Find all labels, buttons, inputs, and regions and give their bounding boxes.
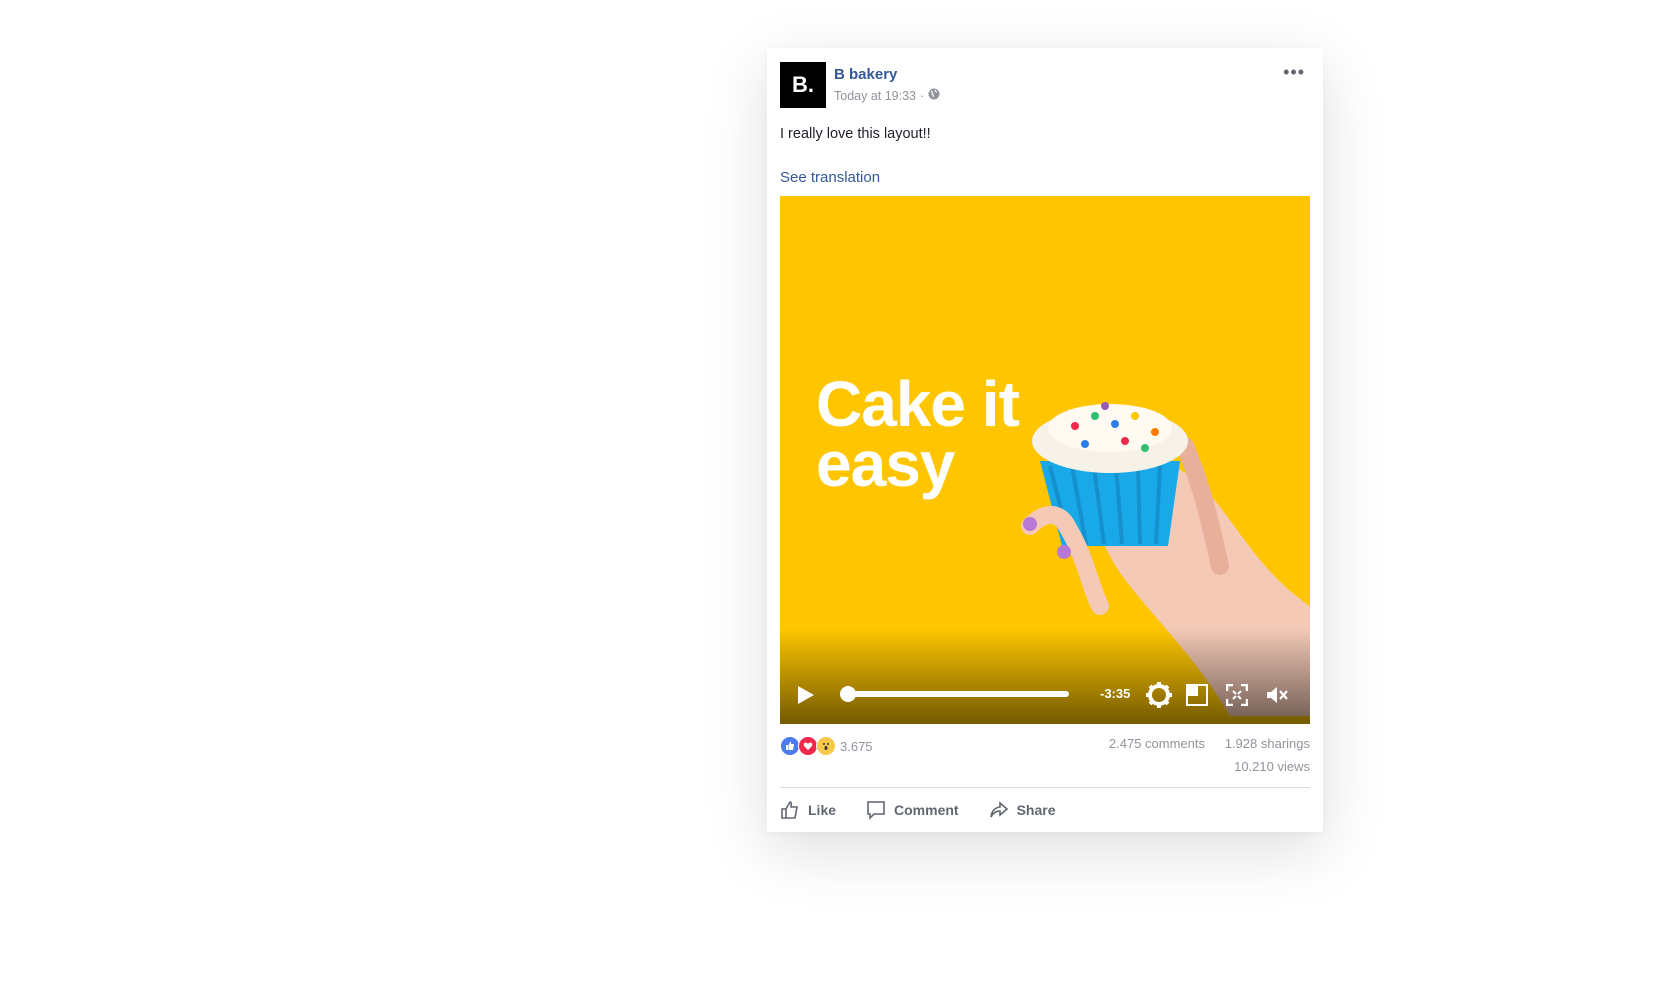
fullscreen-icon[interactable] xyxy=(1226,684,1248,706)
post-text: I really love this layout!! xyxy=(780,126,931,142)
views-count: 10.210 views xyxy=(1234,759,1310,774)
like-reaction-icon xyxy=(780,736,800,756)
post-timestamp[interactable]: Today at 19:33 xyxy=(834,89,916,103)
meta-separator: · xyxy=(920,88,925,103)
video-time-remaining: -3:35 xyxy=(1100,686,1131,701)
play-icon[interactable] xyxy=(798,686,814,704)
headline-line-1: Cake it xyxy=(816,368,1020,440)
comment-icon xyxy=(867,801,885,820)
video-progress-bar[interactable] xyxy=(845,691,1069,697)
actions-divider xyxy=(780,787,1310,788)
page-avatar[interactable]: B. xyxy=(780,62,826,108)
page-name-link[interactable]: B bakery xyxy=(834,66,897,83)
headline-line-2: easy xyxy=(816,428,955,500)
comment-label: Comment xyxy=(894,802,959,818)
comment-button[interactable]: Comment xyxy=(866,800,959,820)
share-arrow-icon xyxy=(989,801,1008,818)
settings-gear-icon[interactable] xyxy=(1146,682,1172,708)
avatar-label: B. xyxy=(792,72,814,97)
more-options-icon[interactable]: ••• xyxy=(1283,62,1305,83)
picture-in-picture-icon[interactable] xyxy=(1186,684,1208,706)
reaction-count: 3.675 xyxy=(840,738,873,754)
reactions-summary[interactable]: 3.675 xyxy=(780,736,873,756)
share-button[interactable]: Share xyxy=(989,800,1056,820)
post-actions: Like Comment Share xyxy=(780,800,1056,820)
comments-count[interactable]: 2.475 comments xyxy=(1109,736,1205,751)
sharings-count[interactable]: 1.928 sharings xyxy=(1225,736,1310,751)
like-label: Like xyxy=(808,802,837,818)
video-controls: -3:35 xyxy=(780,628,1310,724)
share-label: Share xyxy=(1016,802,1056,818)
video-progress-knob[interactable] xyxy=(840,686,856,702)
wow-reaction-icon xyxy=(816,736,836,756)
globe-icon xyxy=(928,88,940,103)
thumbs-up-icon xyxy=(781,801,798,819)
love-reaction-icon xyxy=(798,736,818,756)
like-button[interactable]: Like xyxy=(780,800,836,820)
post-card: B. B bakery Today at 19:33 · ••• I reall… xyxy=(767,48,1323,832)
mute-icon[interactable] xyxy=(1266,686,1288,704)
post-meta: Today at 19:33 · xyxy=(834,88,940,103)
post-stats: 3.675 2.475 comments 1.928 sharings 10.2… xyxy=(780,736,1310,786)
see-translation-link[interactable]: See translation xyxy=(780,169,880,186)
video-player[interactable]: Cake it easy -3:35 xyxy=(780,196,1310,724)
video-headline: Cake it easy xyxy=(816,368,1020,500)
